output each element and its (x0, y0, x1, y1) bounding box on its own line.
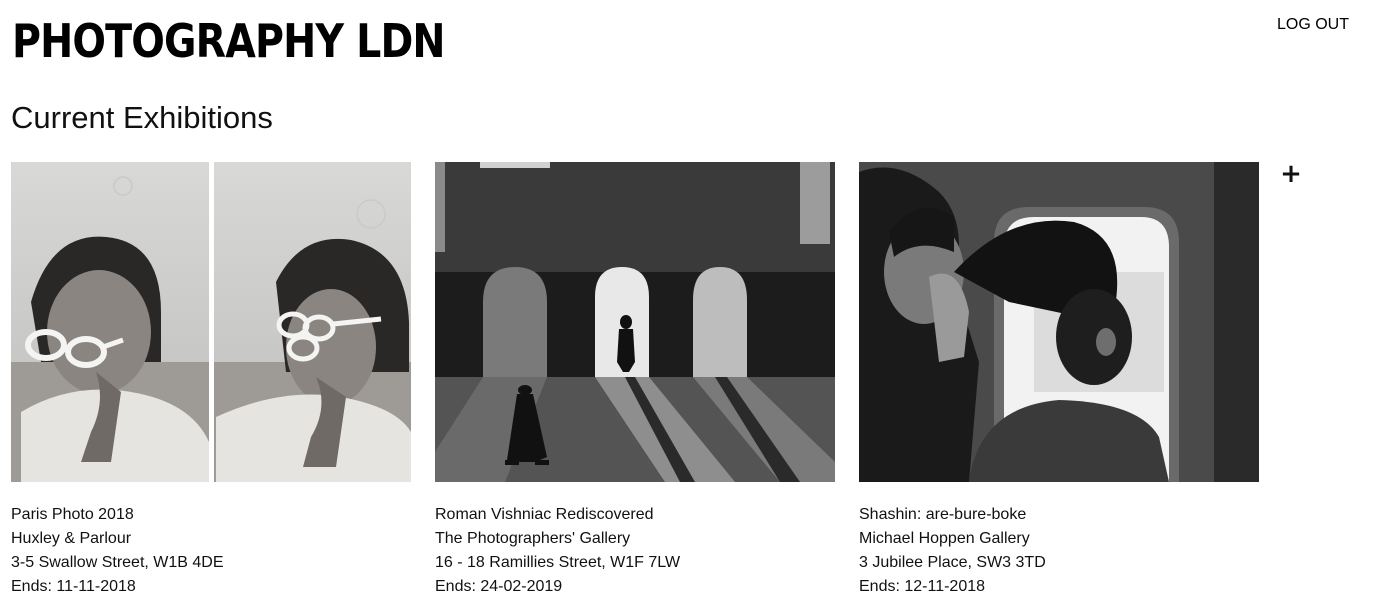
exhibition-end-date: Ends: 12-11-2018 (859, 578, 986, 595)
exhibition-image[interactable] (859, 162, 1259, 482)
exhibition-name[interactable]: Shashin: are-bure-boke (859, 503, 1259, 527)
exhibition-gallery: Michael Hoppen Gallery (859, 530, 1030, 547)
exhibition-gallery: The Photographers' Gallery (435, 530, 631, 547)
diptych-portrait-sunglasses-photo (11, 162, 411, 482)
exhibition-card[interactable]: Shashin: are-bure-boke Michael Hoppen Ga… (859, 162, 1259, 599)
exhibition-image[interactable] (11, 162, 411, 482)
exhibition-grid: Paris Photo 2018 Huxley & Parlour 3-5 Sw… (11, 162, 1259, 599)
exhibition-address: 16 - 18 Ramillies Street, W1F 7LW (435, 554, 681, 571)
exhibition-address: 3 Jubilee Place, SW3 3TD (859, 554, 1046, 571)
train-window-figures-photo (859, 162, 1259, 482)
exhibition-name[interactable]: Roman Vishniac Rediscovered (435, 503, 835, 527)
add-exhibition-icon[interactable]: + (1280, 161, 1302, 187)
exhibition-image[interactable] (435, 162, 835, 482)
site-logo[interactable]: PHOTOGRAPHY LDN (12, 12, 446, 70)
exhibition-card[interactable]: Paris Photo 2018 Huxley & Parlour 3-5 Sw… (11, 162, 411, 599)
exhibition-info: Roman Vishniac Rediscovered The Photogra… (435, 503, 835, 599)
page-title: Current Exhibitions (11, 100, 273, 135)
logout-link[interactable]: LOG OUT (1277, 15, 1349, 35)
exhibition-gallery: Huxley & Parlour (11, 530, 132, 547)
exhibition-name[interactable]: Paris Photo 2018 (11, 503, 411, 527)
exhibition-info: Shashin: are-bure-boke Michael Hoppen Ga… (859, 503, 1259, 599)
arched-hall-silhouettes-photo (435, 162, 835, 482)
exhibition-address: 3-5 Swallow Street, W1B 4DE (11, 554, 224, 571)
exhibition-info: Paris Photo 2018 Huxley & Parlour 3-5 Sw… (11, 503, 411, 599)
exhibition-card[interactable]: Roman Vishniac Rediscovered The Photogra… (435, 162, 835, 599)
exhibition-end-date: Ends: 11-11-2018 (11, 578, 136, 595)
exhibition-end-date: Ends: 24-02-2019 (435, 578, 563, 595)
